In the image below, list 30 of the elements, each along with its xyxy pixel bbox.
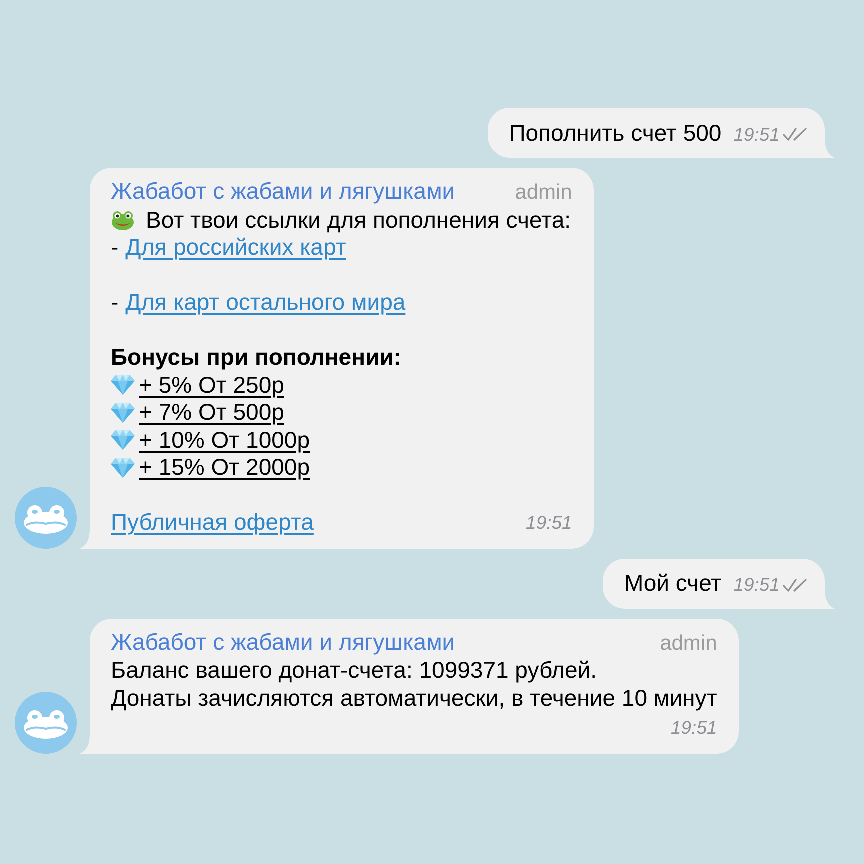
diamond-icon xyxy=(111,429,135,452)
frog-avatar xyxy=(15,486,77,548)
sender-name[interactable]: Жабабот с жабами и лягушками xyxy=(111,628,456,656)
bonus-text: + 5% От 250р xyxy=(139,372,284,399)
list-dash: - xyxy=(111,289,119,316)
offer-link[interactable]: Публичная оферта xyxy=(111,509,314,536)
message-text: Мой счет xyxy=(624,569,722,598)
frog-avatar xyxy=(15,692,77,754)
diamond-icon xyxy=(111,374,135,396)
list-dash: - xyxy=(111,234,119,262)
frog-icon xyxy=(111,210,135,231)
message-text: Баланс вашего донат-счета: 1099371 рублей. xyxy=(111,657,598,684)
message-time: 19:51 xyxy=(734,122,780,147)
link[interactable]: Для карт остального мира xyxy=(126,289,406,316)
message-time: 19:51 xyxy=(734,573,780,598)
sender-role: admin xyxy=(660,630,718,656)
bonus-heading: Бонусы при пополнении: xyxy=(111,344,402,372)
message-text: Вот твои ссылки для пополнения счета: xyxy=(146,206,572,234)
message-text: Пополнить счет 500 xyxy=(509,118,722,148)
message-time: 19:51 xyxy=(670,716,718,740)
message-text: Донаты зачисляются автоматически, в течение 10 минут xyxy=(111,684,718,712)
message-time: 19:51 xyxy=(526,511,572,535)
bonus-text: + 15% От 2000р xyxy=(139,454,310,482)
link[interactable]: Для российских карт xyxy=(126,234,346,262)
diamond-icon xyxy=(111,456,135,479)
sender-name[interactable]: Жабабот с жабами и лягушками xyxy=(111,178,456,206)
bonus-text: + 7% От 500р xyxy=(139,399,284,426)
diamond-icon xyxy=(111,402,135,424)
sender-role: admin xyxy=(515,180,572,206)
bonus-text: + 10% От 1000р xyxy=(139,426,310,454)
